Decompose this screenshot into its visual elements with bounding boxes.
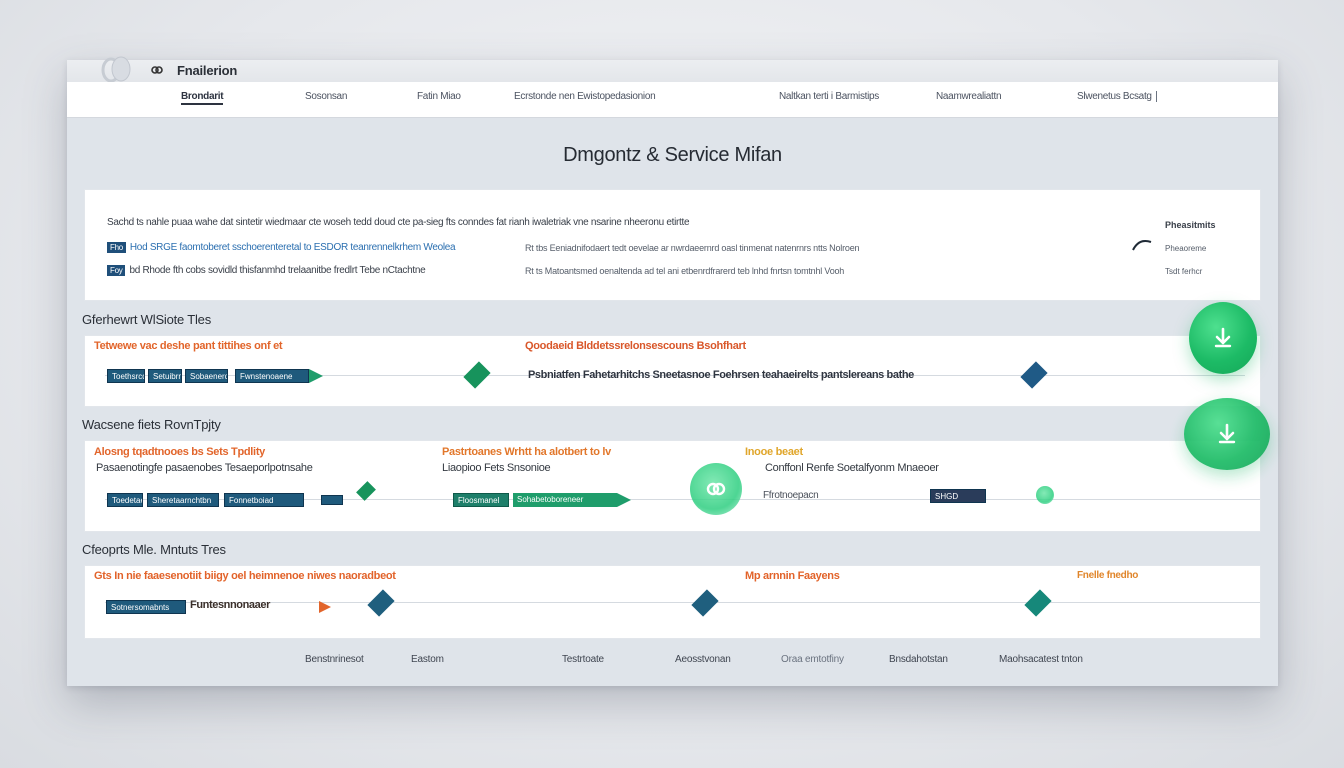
row-mid-text: Rt tbs Eeniadnifodaert tedt oevelae ar n… [525, 243, 860, 253]
footer-link-2[interactable]: Eastom [411, 654, 444, 665]
footer-link-3[interactable]: Testrtoate [562, 654, 604, 665]
summary-header-right: Pheasitmits [1165, 220, 1216, 230]
step-chip-small [321, 495, 343, 505]
bubble-label: Ffrotnoepacn [763, 490, 819, 501]
timeline-line [105, 602, 1260, 603]
footer-link-6[interactable]: Bnsdahotstan [889, 654, 948, 665]
lane-detail-text: Psbniatfen Fahetarhitchs Sneetasnoe Foeh… [528, 369, 914, 381]
step-chip[interactable]: Fwnstenoaene [235, 369, 309, 383]
lane-headline: Alosng tqadtnooes bs Sets Tpdlity [94, 446, 265, 458]
arrow-head [617, 493, 631, 507]
download-button-secondary[interactable] [1184, 398, 1270, 470]
step-chip[interactable]: Sheretaarnchtbn [147, 493, 219, 507]
step-chip[interactable]: Toethsrcd [107, 369, 145, 383]
section-lane-1: Tetwewe vac deshe pant tittihes onf et Q… [84, 335, 1261, 407]
download-icon [1214, 327, 1232, 348]
row-tag: Foy [107, 265, 126, 276]
step-chip[interactable]: Fonnetboiad [224, 493, 304, 507]
milestone-diamond[interactable] [356, 481, 376, 501]
section-label-2: Wacsene fiets RovnTpjty [82, 417, 221, 432]
footer-link-4[interactable]: Aeosstvonan [675, 654, 731, 665]
footer-link-1[interactable]: Benstnrinesot [305, 654, 364, 665]
lane-detail-text: Funtesnnonaaer [190, 599, 270, 611]
progress-arrow[interactable]: Sohabetoboreneer [513, 493, 617, 507]
swoosh-icon [1132, 240, 1152, 251]
lane-subtext: Pasaenotingfe pasaenobes Tesaeporlpotnsa… [96, 462, 313, 474]
lane-headline: Qoodaeid Blddetssrelonsescouns Bsohfhart [525, 340, 746, 352]
nav-item-5[interactable]: Naltkan terti i Barmistips [779, 91, 879, 102]
step-chip[interactable]: Sobaenerd [185, 369, 228, 383]
lane-subtext: Conffonl Renfe Soetalfyonm Mnaeoer [765, 462, 939, 474]
lane-headline: Fnelle fnedho [1077, 570, 1139, 581]
summary-panel: Sachd ts nahle puaa wahe dat sintetir wi… [84, 189, 1261, 301]
arrow-head [309, 369, 323, 383]
step-chip[interactable]: Sotnersomabnts [106, 600, 186, 614]
lane-headline: Mp arnnin Faayens [745, 570, 840, 582]
footer-link-7[interactable]: Maohsacatest tnton [999, 654, 1083, 665]
lane-headline: Pastrtoanes Wrhtt ha alotbert to lv [442, 446, 611, 458]
top-nav: Brondarit Sosonsan Fatin Miao Ecrstonde … [67, 82, 1278, 118]
summary-row[interactable]: Foy bd Rhode fth cobs sovidld thisfanmhd … [107, 265, 426, 279]
summary-row[interactable]: Fho Hod SRGE faomtoberet sschoerenteretal… [107, 242, 456, 256]
title-bar: Fnailerion [67, 56, 1278, 83]
status-tag[interactable]: SHGD [930, 489, 986, 503]
status-bubble[interactable] [690, 463, 742, 515]
milestone-diamond[interactable] [1020, 361, 1048, 389]
section-label-3: Cfeoprts Mle. Mntuts Tres [82, 542, 226, 557]
row-right-text: Tsdt ferhcr [1165, 267, 1203, 276]
lane-headline: Gts In nie faaesenotiit biigy oel heimne… [94, 570, 396, 582]
page-title: Dmgontz & Service Mifan [563, 144, 782, 166]
download-icon [1218, 423, 1236, 444]
arrow-head [319, 601, 331, 613]
download-button[interactable] [1189, 302, 1257, 374]
status-dot[interactable] [1036, 486, 1054, 504]
summary-header: Sachd ts nahle puaa wahe dat sintetir wi… [107, 217, 690, 228]
nav-item-2[interactable]: Sosonsan [305, 91, 347, 102]
milestone-diamond[interactable] [463, 361, 491, 389]
infinity-icon [151, 66, 163, 74]
row-text: Hod SRGE faomtoberet sschoerenteretal to… [129, 242, 456, 253]
milestone-diamond[interactable] [691, 589, 719, 617]
section-lane-3: Gts In nie faaesenotiit biigy oel heimne… [84, 565, 1261, 639]
footer-link-5[interactable]: Oraa emtotfiny [781, 654, 844, 665]
lane-subtext: Liaopioo Fets Snsonioe [442, 462, 551, 474]
app-title: Fnailerion [177, 63, 238, 78]
lane-headline: Tetwewe vac deshe pant tittihes onf et [94, 340, 283, 352]
app-window: Fnailerion Brondarit Sosonsan Fatin Miao… [67, 56, 1278, 686]
nav-item-7[interactable]: Slwenetus Bcsatg [1077, 91, 1157, 102]
row-mid-text: Rt ts Matoantsmed oenaltenda ad tel ani … [525, 266, 845, 276]
step-chip[interactable]: Floosmanel [453, 493, 509, 507]
link-icon [706, 482, 726, 496]
section-label-1: Gferhewrt WlSiote Tles [82, 312, 212, 327]
row-right-text: Pheaoreme [1165, 244, 1207, 253]
step-chip[interactable]: Setuibrns [148, 369, 182, 383]
milestone-diamond[interactable] [1024, 589, 1052, 617]
nav-item-3[interactable]: Fatin Miao [417, 91, 461, 102]
section-lane-2: Alosng tqadtnooes bs Sets Tpdlity Pasaen… [84, 440, 1261, 532]
nav-item-1[interactable]: Brondarit [181, 91, 224, 105]
nav-item-4[interactable]: Ecrstonde nen Ewistopedasionion [514, 91, 656, 102]
nav-item-6[interactable]: Naamwrealiattn [936, 91, 1002, 102]
row-tag: Fho [107, 242, 126, 253]
step-chip[interactable]: Toedetaernd [107, 493, 143, 507]
lane-headline: Inooe beaet [745, 446, 803, 458]
milestone-diamond[interactable] [367, 589, 395, 617]
row-text: bd Rhode fth cobs sovidld thisfanmhd tre… [129, 265, 426, 276]
